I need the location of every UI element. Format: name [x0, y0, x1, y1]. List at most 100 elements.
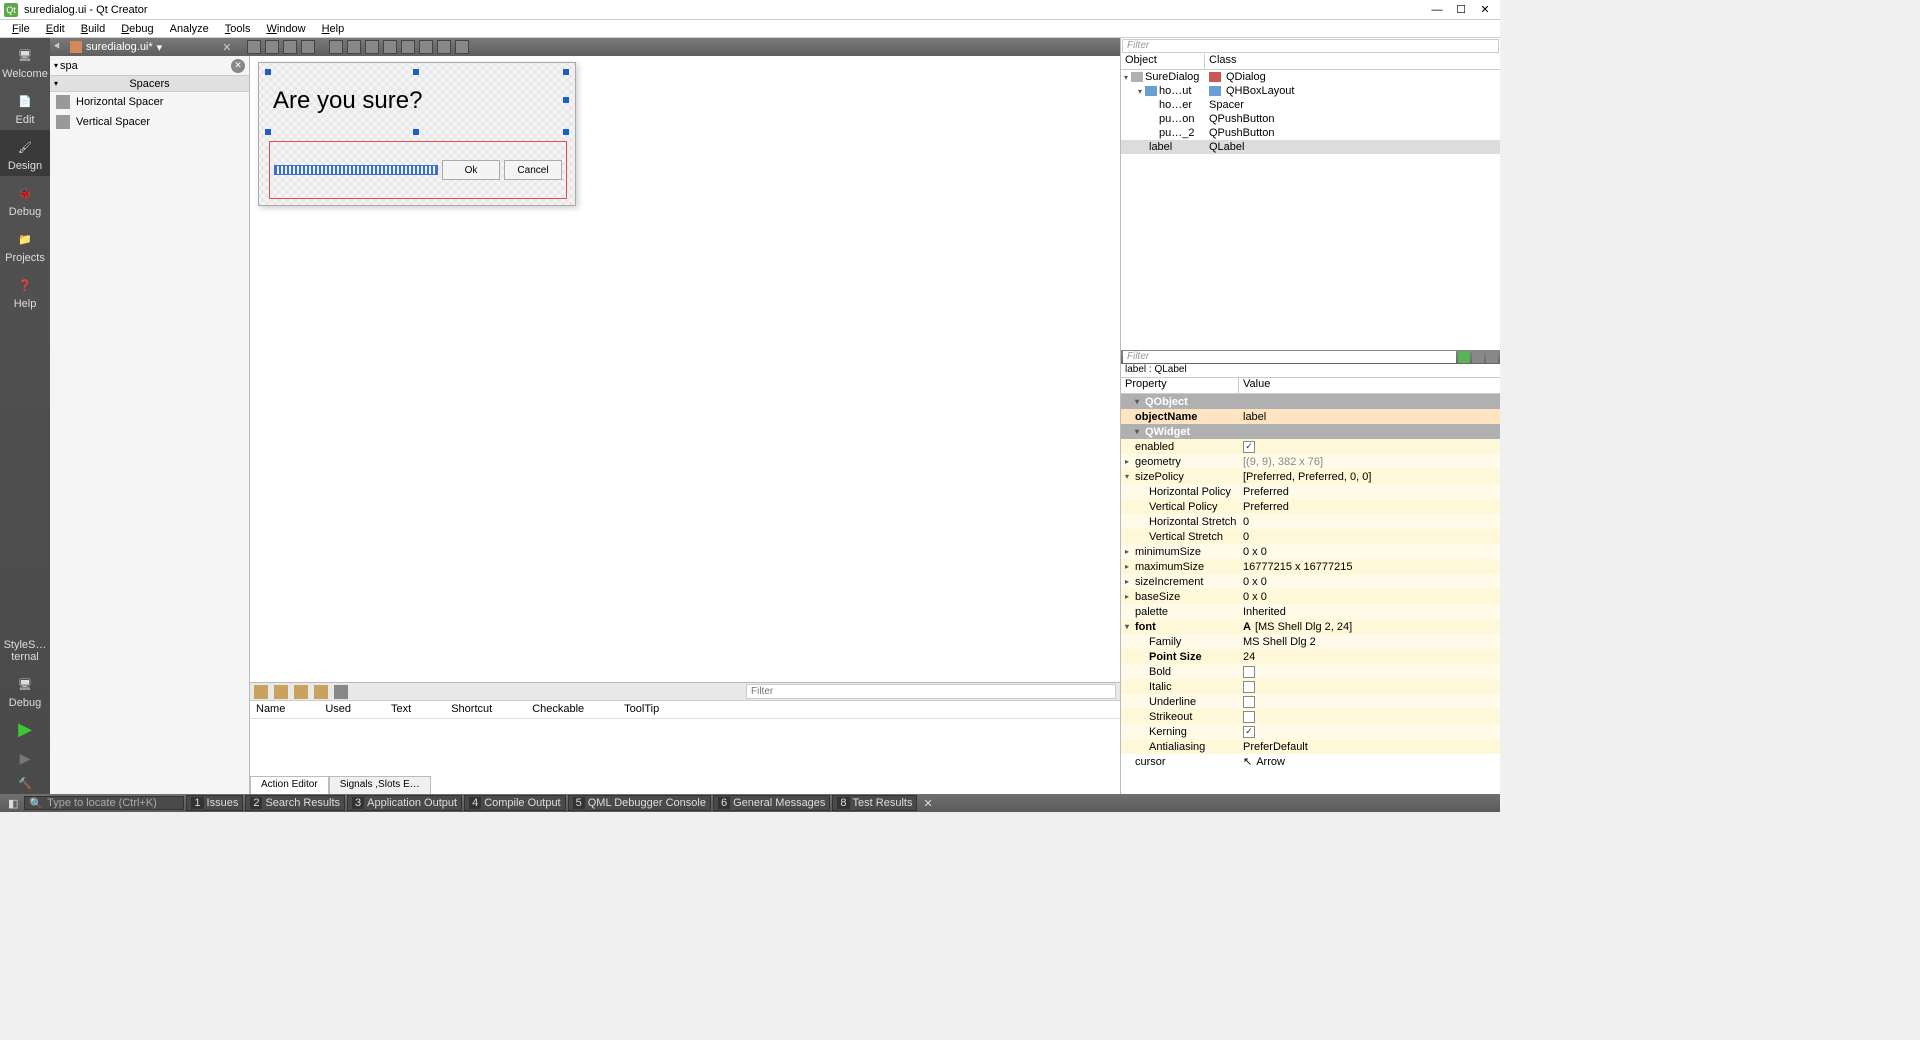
layout-hsplit-icon[interactable]: [365, 40, 379, 54]
prop-kerning[interactable]: Kerning✓: [1121, 724, 1500, 739]
widget-vertical-spacer[interactable]: Vertical Spacer: [50, 112, 249, 132]
prop-objectname[interactable]: objectNamelabel: [1121, 409, 1500, 424]
status-tab-compile[interactable]: 4Compile Output: [464, 795, 566, 811]
kit-selector[interactable]: StyleS…ternal: [0, 633, 50, 667]
underline-checkbox[interactable]: [1243, 696, 1255, 708]
build-button[interactable]: 🔨: [0, 771, 50, 794]
edit-buddies-icon[interactable]: [283, 40, 297, 54]
locator-input[interactable]: 🔍 Type to locate (Ctrl+K): [24, 796, 184, 810]
property-filter-input[interactable]: Filter: [1123, 351, 1456, 363]
prop-bold[interactable]: Bold: [1121, 664, 1500, 679]
menu-help[interactable]: Help: [314, 21, 353, 37]
section-qobject[interactable]: ▾QObject: [1121, 394, 1500, 409]
menu-file[interactable]: File: [4, 21, 38, 37]
prop-cursor[interactable]: cursor↖Arrow: [1121, 754, 1500, 769]
status-tab-general[interactable]: 6General Messages: [713, 795, 830, 811]
col-object[interactable]: Object: [1121, 54, 1205, 69]
paste-action-icon[interactable]: [294, 685, 308, 699]
layout-v-icon[interactable]: [347, 40, 361, 54]
minimize-button[interactable]: —: [1426, 1, 1448, 19]
maximize-button[interactable]: ☐: [1450, 1, 1472, 19]
form-suredialog[interactable]: Are you sure? Ok Cancel: [258, 62, 576, 206]
action-filter-input[interactable]: [746, 684, 1116, 699]
prop-underline[interactable]: Underline: [1121, 694, 1500, 709]
col-tooltip[interactable]: ToolTip: [624, 701, 659, 718]
widgetbox-search-input[interactable]: [60, 60, 231, 72]
ok-button[interactable]: Ok: [442, 160, 500, 180]
design-canvas[interactable]: Are you sure? Ok Cancel: [250, 56, 1120, 682]
col-class[interactable]: Class: [1205, 54, 1500, 69]
prop-sizepolicy[interactable]: ▾sizePolicy[Preferred, Preferred, 0, 0]: [1121, 469, 1500, 484]
toggle-sidebar-icon[interactable]: ◧: [4, 797, 22, 810]
italic-checkbox[interactable]: [1243, 681, 1255, 693]
cancel-button[interactable]: Cancel: [504, 160, 562, 180]
mode-debug[interactable]: 🐞Debug: [0, 176, 50, 222]
adjust-size-icon[interactable]: [455, 40, 469, 54]
status-tab-search[interactable]: 2Search Results: [245, 795, 345, 811]
menu-analyze[interactable]: Analyze: [162, 21, 217, 37]
prop-basesize[interactable]: ▸baseSize0 x 0: [1121, 589, 1500, 604]
col-text[interactable]: Text: [391, 701, 411, 718]
run-config[interactable]: 🖥Debug: [0, 667, 50, 713]
hbox-layout[interactable]: Ok Cancel: [269, 141, 567, 199]
mode-help[interactable]: ❓Help: [0, 268, 50, 314]
chevron-down-icon[interactable]: ▾: [54, 61, 58, 70]
prop-vstretch[interactable]: Vertical Stretch0: [1121, 529, 1500, 544]
status-close-icon[interactable]: ✕: [919, 797, 936, 810]
prop-hpolicy[interactable]: Horizontal PolicyPreferred: [1121, 484, 1500, 499]
kerning-checkbox[interactable]: ✓: [1243, 726, 1255, 738]
layout-grid-icon[interactable]: [401, 40, 415, 54]
close-doc-icon[interactable]: ✕: [222, 41, 231, 54]
col-name[interactable]: Name: [256, 701, 285, 718]
edit-signals-icon[interactable]: [265, 40, 279, 54]
tree-row-label[interactable]: label QLabel: [1121, 140, 1500, 154]
run-button[interactable]: ▶: [0, 713, 50, 744]
prop-sizeincrement[interactable]: ▸sizeIncrement0 x 0: [1121, 574, 1500, 589]
col-value[interactable]: Value: [1239, 378, 1500, 393]
prop-maximumsize[interactable]: ▸maximumSize16777215 x 16777215: [1121, 559, 1500, 574]
layout-form-icon[interactable]: [419, 40, 433, 54]
remove-property-icon[interactable]: [1472, 351, 1484, 363]
tree-row-pushbutton-2[interactable]: pu…_2 QPushButton: [1121, 126, 1500, 140]
prop-palette[interactable]: paletteInherited: [1121, 604, 1500, 619]
status-tab-issues[interactable]: 1Issues: [186, 795, 243, 811]
horizontal-spacer-widget[interactable]: [274, 165, 438, 175]
enabled-checkbox[interactable]: ✓: [1243, 441, 1255, 453]
menu-build[interactable]: Build: [73, 21, 113, 37]
document-tab[interactable]: suredialog.ui* ▾ ✕: [64, 38, 237, 56]
prop-hstretch[interactable]: Horizontal Stretch0: [1121, 514, 1500, 529]
menu-tools[interactable]: Tools: [217, 21, 259, 37]
strikeout-checkbox[interactable]: [1243, 711, 1255, 723]
mode-edit[interactable]: 📄Edit: [0, 84, 50, 130]
prop-family[interactable]: FamilyMS Shell Dlg 2: [1121, 634, 1500, 649]
widget-horizontal-spacer[interactable]: Horizontal Spacer: [50, 92, 249, 112]
config-property-icon[interactable]: [1486, 351, 1498, 363]
prop-geometry[interactable]: ▸geometry[(9, 9), 382 x 76]: [1121, 454, 1500, 469]
col-shortcut[interactable]: Shortcut: [451, 701, 492, 718]
widgetbox-category[interactable]: ▾ Spacers: [50, 76, 249, 92]
layout-h-icon[interactable]: [329, 40, 343, 54]
tree-row-spacer[interactable]: ho…er Spacer: [1121, 98, 1500, 112]
col-property[interactable]: Property: [1121, 378, 1239, 393]
label-widget[interactable]: Are you sure?: [269, 73, 567, 129]
layout-vsplit-icon[interactable]: [383, 40, 397, 54]
edit-tab-order-icon[interactable]: [301, 40, 315, 54]
mode-welcome[interactable]: 🖥Welcome: [0, 38, 50, 84]
debug-run-button[interactable]: ▶: [0, 744, 50, 771]
clear-search-icon[interactable]: ✕: [231, 59, 245, 73]
tree-row-pushbutton-1[interactable]: pu…on QPushButton: [1121, 112, 1500, 126]
prop-minimumsize[interactable]: ▸minimumSize0 x 0: [1121, 544, 1500, 559]
doc-back-button[interactable]: ⯇: [50, 41, 64, 54]
config-action-icon[interactable]: [334, 685, 348, 699]
status-tab-test[interactable]: 8Test Results: [832, 795, 917, 811]
col-checkable[interactable]: Checkable: [532, 701, 584, 718]
prop-antialiasing[interactable]: AntialiasingPreferDefault: [1121, 739, 1500, 754]
section-qwidget[interactable]: ▾QWidget: [1121, 424, 1500, 439]
status-tab-appout[interactable]: 3Application Output: [347, 795, 462, 811]
prop-enabled[interactable]: enabled✓: [1121, 439, 1500, 454]
new-action-icon[interactable]: [254, 685, 268, 699]
copy-action-icon[interactable]: [274, 685, 288, 699]
status-tab-qml[interactable]: 5QML Debugger Console: [568, 795, 711, 811]
mode-design[interactable]: 🖌Design: [0, 130, 50, 176]
tab-action-editor[interactable]: Action Editor: [250, 776, 329, 794]
